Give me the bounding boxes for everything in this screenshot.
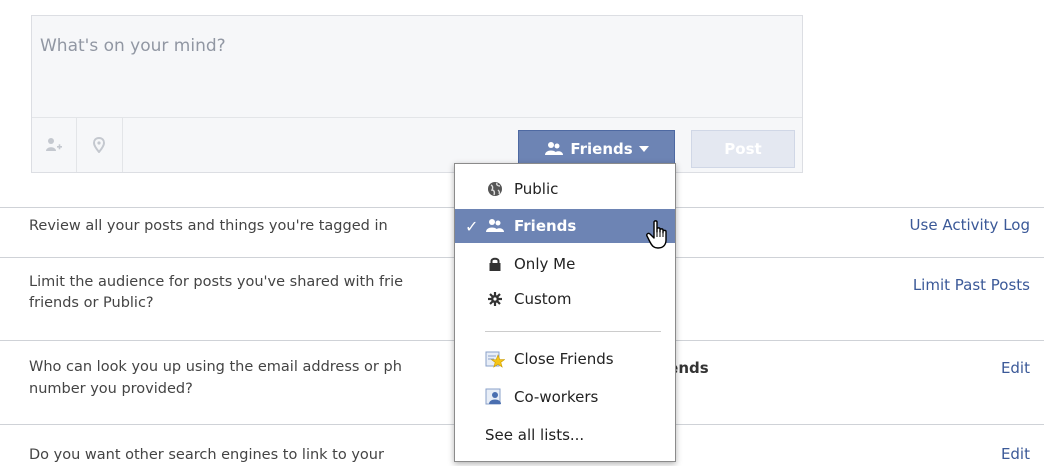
tag-friend-button[interactable] (32, 118, 77, 172)
menu-item-custom[interactable]: Custom (455, 282, 675, 316)
hand-cursor-icon (646, 220, 667, 249)
status-composer: What's on your mind? Friends Post (31, 15, 803, 173)
menu-divider (485, 331, 661, 332)
location-button[interactable] (76, 118, 123, 172)
see-all-lists-link[interactable]: See all lists... (485, 426, 584, 444)
globe-icon (485, 179, 505, 199)
status-placeholder: What's on your mind? (40, 36, 226, 56)
coworkers-icon (485, 387, 505, 407)
menu-item-friends[interactable]: ✓ Friends (455, 209, 675, 243)
checkmark-icon: ✓ (465, 216, 479, 236)
post-button[interactable]: Post (691, 130, 795, 168)
status-input[interactable]: What's on your mind? (32, 16, 802, 119)
menu-item-label: Custom (514, 290, 572, 308)
row-description-line1: Who can look you up using the email addr… (29, 359, 402, 375)
star-list-icon (485, 349, 505, 369)
lock-icon (485, 254, 505, 274)
menu-item-only-me[interactable]: Only Me (455, 247, 675, 281)
menu-item-label: Only Me (514, 255, 576, 273)
row-description: Do you want other search engines to link… (29, 447, 384, 463)
audience-label: Friends (570, 140, 633, 158)
audience-dropdown-menu: Public ✓ Friends Only Me Custom Close Fr… (454, 163, 676, 462)
row-description: Review all your posts and things you're … (29, 218, 388, 234)
use-activity-log-link[interactable]: Use Activity Log (910, 216, 1030, 234)
location-pin-icon (93, 137, 105, 153)
friends-icon (485, 216, 505, 236)
gear-icon (485, 289, 505, 309)
menu-item-public[interactable]: Public (455, 172, 675, 206)
limit-past-posts-link[interactable]: Limit Past Posts (913, 276, 1030, 294)
edit-link[interactable]: Edit (1001, 445, 1030, 463)
row-description-line2: number you provided? (29, 381, 193, 397)
menu-item-label: Close Friends (514, 350, 614, 368)
menu-item-label: Public (514, 180, 559, 198)
menu-item-coworkers[interactable]: Co-workers (455, 380, 675, 414)
chevron-down-icon (638, 145, 649, 152)
row-description-line2: friends or Public? (29, 295, 154, 311)
tag-friend-icon (46, 138, 62, 151)
friends-icon (545, 142, 564, 155)
row-description-line1: Limit the audience for posts you've shar… (29, 274, 404, 290)
menu-item-label: Friends (514, 217, 577, 235)
menu-item-close-friends[interactable]: Close Friends (455, 342, 675, 376)
composer-toolbar: Friends Post (32, 117, 802, 172)
menu-item-label: Co-workers (514, 388, 599, 406)
edit-link[interactable]: Edit (1001, 359, 1030, 377)
